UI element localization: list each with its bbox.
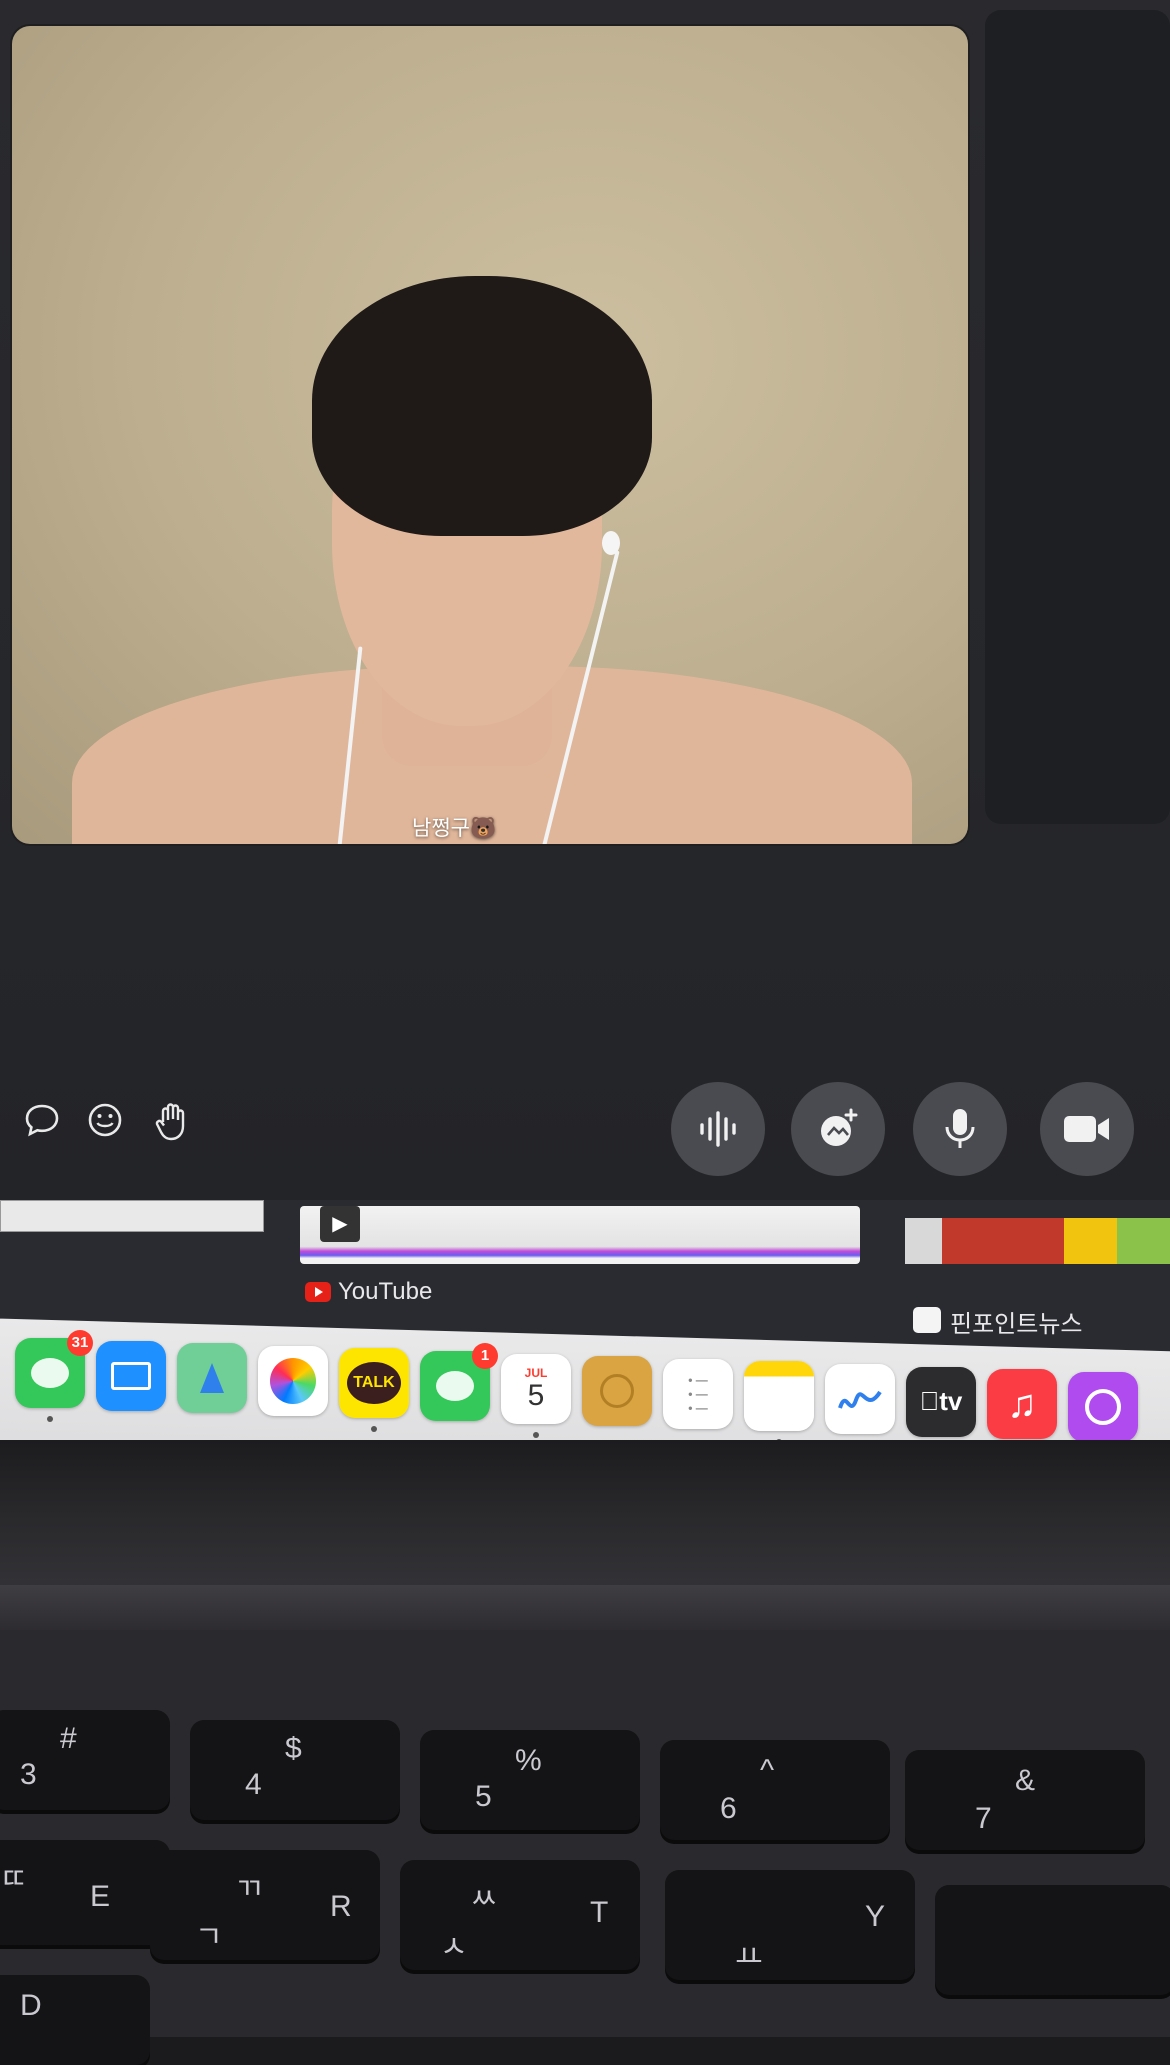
key-u[interactable]	[935, 1885, 1170, 1995]
microphone-icon	[945, 1109, 975, 1148]
running-indicator	[533, 1431, 539, 1438]
key-4[interactable]: $4	[190, 1720, 400, 1820]
participant-name: 남쩡구🐻	[412, 817, 497, 840]
dock-kakaotalk-icon[interactable]: TALK	[339, 1348, 409, 1433]
key-7[interactable]: & 7	[905, 1750, 1145, 1850]
participant-hair	[312, 276, 652, 536]
raise-hand-icon[interactable]	[150, 1100, 194, 1144]
news-source-icon	[913, 1307, 941, 1333]
youtube-thumbnail[interactable]	[300, 1206, 860, 1264]
dock-calendar-icon[interactable]: JUL 5	[501, 1353, 571, 1438]
key-5[interactable]: % 5	[420, 1730, 640, 1830]
camera-button[interactable]	[1040, 1082, 1134, 1176]
key-t[interactable]: ㅆTㅅ	[400, 1860, 640, 1970]
youtube-source-label[interactable]: YouTube	[338, 1278, 432, 1306]
main-video-tile[interactable]: 남쩡구🐻	[12, 26, 968, 844]
youtube-icon	[305, 1282, 331, 1302]
dock-maps-icon[interactable]	[177, 1343, 247, 1414]
chat-icon[interactable]	[20, 1100, 64, 1144]
key-y[interactable]: Yㅛ	[665, 1870, 915, 1980]
notification-badge: 31	[67, 1330, 93, 1356]
dock-freeform-icon[interactable]	[825, 1364, 895, 1434]
secondary-video-tile[interactable]	[985, 10, 1170, 824]
dock-photos-icon[interactable]	[258, 1345, 328, 1416]
camera-icon	[1064, 1116, 1109, 1142]
dock-messages-icon[interactable]: 31	[15, 1330, 93, 1422]
keyboard: #3 $4 % 5 ^ 6 & 7 ㄸE ㄲRㄱ ㅆTㅅ Yㅛ D	[0, 1630, 1170, 2065]
microphone-button[interactable]	[913, 1082, 1007, 1176]
dock-facetime-icon[interactable]: 1	[420, 1343, 498, 1421]
key-e[interactable]: ㄸE	[0, 1840, 170, 1945]
reactions-icon[interactable]	[83, 1100, 127, 1144]
play-icon[interactable]: ▶	[320, 1206, 360, 1242]
news-thumbnail[interactable]	[905, 1218, 1170, 1264]
laptop-bezel	[0, 1440, 1170, 1590]
dock-podcasts-icon[interactable]	[1068, 1371, 1138, 1442]
dock-apple-tv-icon[interactable]: tv	[906, 1366, 976, 1437]
audio-waveform-button[interactable]	[671, 1082, 765, 1176]
dock-mail-icon[interactable]	[96, 1340, 166, 1411]
key-3[interactable]: #3	[0, 1710, 170, 1810]
audio-waveform-icon	[700, 1111, 736, 1147]
dock-music-icon[interactable]: ♫	[987, 1369, 1057, 1440]
key-d[interactable]: D	[0, 1975, 150, 2065]
document-thumbnail[interactable]	[0, 1200, 264, 1232]
dock-notes-icon[interactable]	[744, 1361, 814, 1446]
news-source-label[interactable]: 핀포인트뉴스	[950, 1304, 1082, 1339]
key-r[interactable]: ㄲRㄱ	[150, 1850, 380, 1960]
notification-badge: 1	[472, 1343, 498, 1369]
dock-reminders-icon[interactable]: • — • — • —	[663, 1358, 733, 1429]
dock-contacts-icon[interactable]	[582, 1356, 652, 1427]
laptop-hinge	[0, 1585, 1170, 1635]
effects-icon	[821, 1108, 858, 1146]
running-indicator	[47, 1416, 53, 1422]
key-6[interactable]: ^ 6	[660, 1740, 890, 1840]
effects-button[interactable]	[791, 1082, 885, 1176]
